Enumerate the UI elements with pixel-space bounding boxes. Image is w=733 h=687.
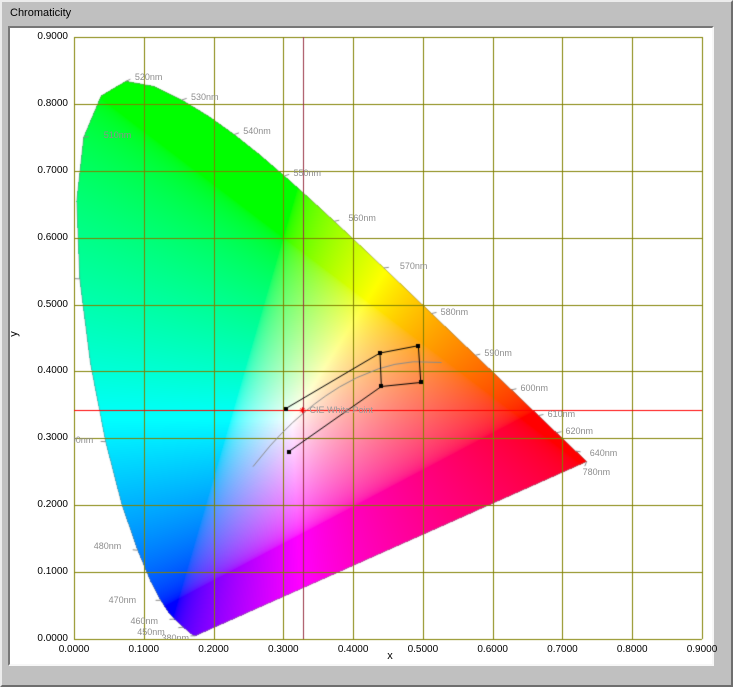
chromaticity-diagram-canvas[interactable] [10,28,712,664]
app-window: Chromaticity 380nm450nm460nm470nm480nm49… [0,0,733,687]
y-axis-label: y [8,331,20,337]
window-title: Chromaticity [10,7,71,19]
chart-panel: 380nm450nm460nm470nm480nm490nm500nm510nm… [8,26,714,666]
x-axis-label: x [382,650,398,662]
